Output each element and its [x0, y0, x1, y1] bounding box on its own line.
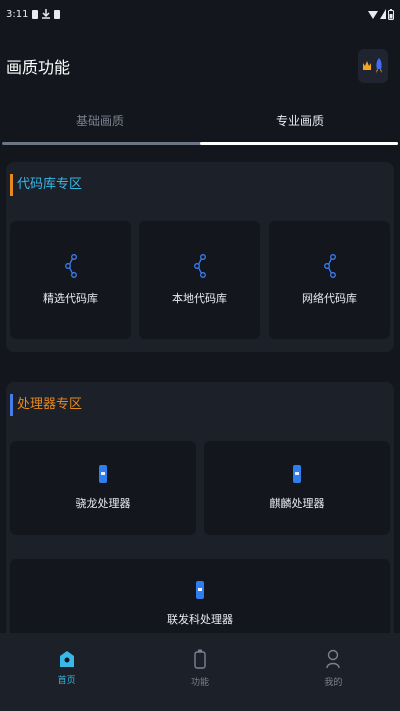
wifi-icon — [368, 11, 378, 19]
card-snapdragon-processor[interactable]: 骁龙处理器 — [10, 441, 196, 535]
card-local-code-library[interactable]: 本地代码库 — [139, 221, 260, 339]
nav-label: 我的 — [324, 677, 343, 688]
card-label: 本地代码库 — [172, 292, 227, 305]
card-label: 网络代码库 — [302, 292, 357, 305]
user-icon — [326, 649, 341, 668]
nav-label: 功能 — [190, 677, 209, 688]
code-library-section: 代码库专区 精选代码库 本地代码库 网络代码库 — [6, 162, 394, 352]
card-network-code-library[interactable]: 网络代码库 — [269, 221, 390, 339]
bottom-nav: 首页 功能 我的 — [0, 633, 400, 711]
battery-icon — [194, 649, 206, 669]
tab-bar: 基础画质 专业画质 — [0, 100, 400, 146]
card-kirin-processor[interactable]: 麒麟处理器 — [204, 441, 390, 535]
crown-icon — [363, 61, 371, 70]
nav-item-profile[interactable]: 我的 — [267, 633, 400, 711]
chip-icon — [99, 465, 107, 483]
signal-icon — [380, 9, 386, 19]
rocket-icon — [376, 58, 382, 73]
nav-item-features[interactable]: 功能 — [133, 633, 266, 711]
tab-pro-quality[interactable]: 专业画质 — [200, 100, 400, 140]
card-label: 精选代码库 — [43, 292, 98, 305]
status-time: 3:11 — [6, 8, 29, 20]
card-featured-code-library[interactable]: 精选代码库 — [10, 221, 131, 339]
app-header: 画质功能 — [0, 44, 400, 88]
battery-status-icon — [388, 8, 394, 20]
status-bar: 3:11 — [0, 0, 400, 28]
download-icon — [42, 9, 51, 19]
section-title-code: 代码库专区 — [10, 174, 82, 196]
page-title: 画质功能 — [6, 58, 71, 77]
nav-item-home[interactable]: 首页 — [0, 633, 133, 711]
notification-icon — [32, 9, 39, 19]
processor-section: 处理器专区 骁龙处理器 麒麟处理器 联发科处理器 — [6, 382, 394, 649]
nav-label: 首页 — [57, 675, 76, 686]
share-nodes-icon — [64, 254, 77, 278]
home-icon — [59, 650, 74, 667]
card-label: 骁龙处理器 — [75, 497, 131, 510]
share-nodes-icon — [323, 254, 336, 278]
section-title-processor: 处理器专区 — [10, 394, 82, 416]
chip-icon — [196, 581, 204, 599]
share-nodes-icon — [193, 254, 206, 278]
card-label: 麒麟处理器 — [269, 497, 325, 510]
card-label: 联发科处理器 — [167, 613, 233, 626]
header-action-button[interactable] — [358, 49, 388, 83]
sim-icon — [54, 9, 61, 19]
tab-basic-quality[interactable]: 基础画质 — [0, 100, 200, 140]
chip-icon — [293, 465, 301, 483]
tab-indicator — [200, 142, 398, 145]
